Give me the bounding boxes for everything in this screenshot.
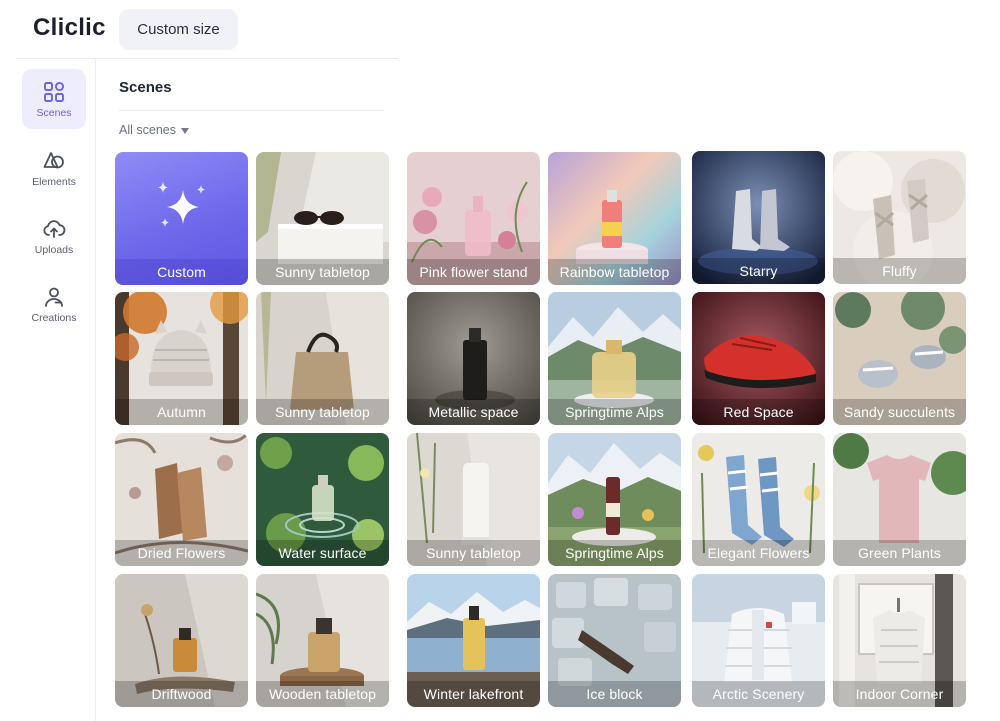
user-icon: [42, 285, 66, 309]
sidebar-item-scenes[interactable]: Scenes: [22, 69, 86, 129]
scene-card[interactable]: Dried Flowers: [115, 433, 248, 566]
scene-card[interactable]: Arctic Scenery: [692, 574, 825, 707]
scene-card-label: Green Plants: [833, 540, 966, 566]
sparkle-icon: [158, 182, 205, 227]
sidebar-item-label: Scenes: [36, 106, 72, 119]
scene-card[interactable]: Sunny tabletop: [407, 433, 540, 566]
scene-card[interactable]: Metallic space: [407, 292, 540, 425]
scene-card-label: Driftwood: [115, 681, 248, 707]
scene-card[interactable]: Water surface: [256, 433, 389, 566]
scene-card-custom[interactable]: Custom: [115, 152, 248, 285]
scene-card-label: Winter lakefront: [407, 681, 540, 707]
scene-card-label: Sunny tabletop: [256, 399, 389, 425]
cloud-upload-icon: [42, 217, 66, 241]
scene-card[interactable]: Starry: [692, 151, 825, 284]
custom-size-button[interactable]: Custom size: [119, 9, 238, 50]
scene-card-label: Sandy succulents: [833, 399, 966, 425]
shapes-icon: [42, 149, 66, 173]
scene-card[interactable]: Fluffy: [833, 151, 966, 284]
sidebar-item-label: Creations: [31, 311, 77, 324]
scene-card-label: Sunny tabletop: [407, 540, 540, 566]
scene-card-label: Dried Flowers: [115, 540, 248, 566]
scene-card[interactable]: Pink flower stand: [407, 152, 540, 285]
caret-down-icon: [180, 127, 189, 134]
scene-card[interactable]: Driftwood: [115, 574, 248, 707]
scene-card[interactable]: Sandy succulents: [833, 292, 966, 425]
scene-card[interactable]: Indoor Corner: [833, 574, 966, 707]
scene-card-label: Custom: [115, 259, 248, 285]
scene-card[interactable]: Green Plants: [833, 433, 966, 566]
panel-title: Scenes: [119, 79, 172, 96]
scene-card-label: Arctic Scenery: [692, 681, 825, 707]
scene-card-label: Springtime Alps: [548, 540, 681, 566]
scene-card[interactable]: Wooden tabletop: [256, 574, 389, 707]
app-logo: Cliclic: [33, 14, 106, 41]
all-scenes-dropdown[interactable]: All scenes: [119, 123, 189, 137]
scene-card-label: Sunny tabletop: [256, 259, 389, 285]
sidebar: Scenes Elements Uploads Creations: [16, 59, 96, 721]
sidebar-item-label: Elements: [32, 175, 76, 188]
grid-icon: [42, 80, 66, 104]
scene-card-label: Metallic space: [407, 399, 540, 425]
all-scenes-label: All scenes: [119, 123, 176, 137]
scene-card[interactable]: Red Space: [692, 292, 825, 425]
scene-card-label: Wooden tabletop: [256, 681, 389, 707]
scene-card-label: Autumn: [115, 399, 248, 425]
scene-card[interactable]: Ice block: [548, 574, 681, 707]
scene-card-label: Red Space: [692, 399, 825, 425]
scene-card[interactable]: Rainbow tabletop: [548, 152, 681, 285]
scene-card-label: Starry: [692, 258, 825, 284]
scene-card-label: Fluffy: [833, 258, 966, 284]
sidebar-item-uploads[interactable]: Uploads: [22, 206, 86, 266]
scene-card[interactable]: Springtime Alps: [548, 292, 681, 425]
scene-card-label: Pink flower stand: [407, 259, 540, 285]
scene-card[interactable]: Winter lakefront: [407, 574, 540, 707]
panel-divider: [119, 110, 384, 111]
scene-card[interactable]: Autumn: [115, 292, 248, 425]
scene-card[interactable]: Sunny tabletop: [256, 292, 389, 425]
scene-card[interactable]: Sunny tabletop: [256, 152, 389, 285]
scene-card-label: Rainbow tabletop: [548, 259, 681, 285]
scene-card[interactable]: Springtime Alps: [548, 433, 681, 566]
sidebar-item-elements[interactable]: Elements: [22, 138, 86, 198]
scene-card-label: Springtime Alps: [548, 399, 681, 425]
scene-card-label: Water surface: [256, 540, 389, 566]
sidebar-item-creations[interactable]: Creations: [22, 274, 86, 334]
scene-card-label: Indoor Corner: [833, 681, 966, 707]
sidebar-item-label: Uploads: [34, 243, 74, 256]
scene-card[interactable]: Elegant Flowers: [692, 433, 825, 566]
scene-card-label: Elegant Flowers: [692, 540, 825, 566]
scene-card-label: Ice block: [548, 681, 681, 707]
